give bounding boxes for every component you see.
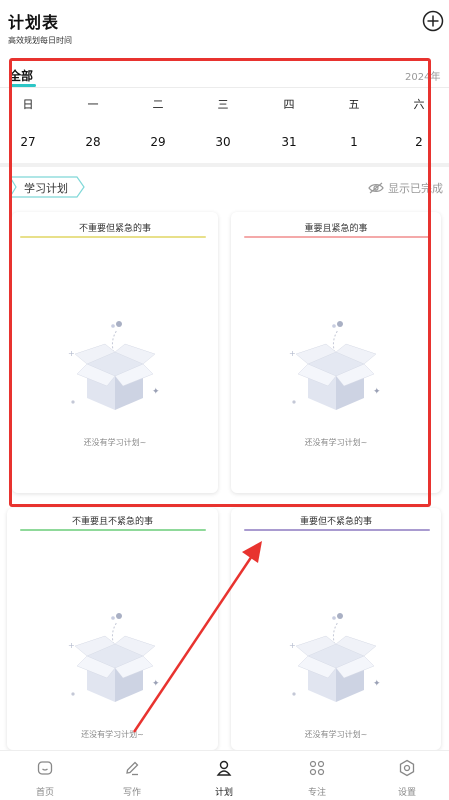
year-label: 2024年 [405,72,441,83]
quadrant-card[interactable]: 不重要且不紧急的事 + ✦ 还没有学习计划~ [7,508,218,750]
empty-box-icon: + ✦ [289,613,381,702]
nav-home[interactable]: 首页 [0,751,90,800]
calendar-date[interactable]: 1 [334,135,374,149]
empty-state-text: 还没有学习计划~ [304,730,368,739]
show-completed-toggle[interactable]: 显示已完成 [368,180,443,196]
plus-circle-icon[interactable] [422,10,444,32]
divider [0,163,449,167]
calendar-date[interactable]: 31 [269,135,309,149]
weekday-row: 日 一 二 三 四 五 六 [0,96,449,112]
quadrant-color-line [244,236,430,238]
weekday-label: 日 [22,98,34,111]
eye-off-icon [368,182,384,194]
quadrant-title: 不重要且不紧急的事 [71,517,153,527]
calendar-date[interactable]: 29 [138,135,178,149]
weekday-label: 四 [283,98,295,111]
bottom-nav: 首页 写作 计划 专注 设置 [0,750,449,800]
svg-text:✦: ✦ [152,679,160,689]
svg-text:+: + [289,349,296,358]
weekday-label: 二 [152,98,164,111]
quadrant-title: 重要但不紧急的事 [299,517,372,527]
nav-focus[interactable]: 专注 [272,751,362,800]
weekday-label: 六 [413,98,425,111]
page-title: 计划表 [8,13,60,32]
empty-state-text: 还没有学习计划~ [81,730,144,739]
svg-text:+: + [68,641,75,650]
calendar-date[interactable]: 2 [399,135,439,149]
show-completed-label: 显示已完成 [388,182,443,195]
calendar-date[interactable]: 27 [8,135,48,149]
empty-state-text: 还没有学习计划~ [304,438,368,447]
home-icon [37,761,53,775]
weekday-label: 一 [87,98,99,111]
empty-state-text: 还没有学习计划~ [83,438,147,447]
quadrant-color-line [244,529,430,531]
nav-label: 写作 [122,788,141,798]
quadrant-card[interactable]: 重要但不紧急的事 + ✦ 还没有学习计划~ [231,508,441,750]
svg-text:+: + [289,641,296,650]
quadrant-color-line [20,529,206,531]
settings-icon [399,759,415,777]
nav-plan[interactable]: 计划 [179,751,269,800]
empty-box-icon: + ✦ [68,321,160,410]
category-tag-label: 学习计划 [24,182,68,195]
weekday-label: 三 [217,98,229,111]
plan-icon [216,760,232,776]
quadrant-title: 重要且紧急的事 [304,224,368,234]
nav-label: 专注 [307,788,326,798]
pen-icon [126,761,139,776]
nav-settings[interactable]: 设置 [362,751,449,800]
quadrant-card[interactable]: 不重要但紧急的事 + ✦ 还没有学习计划~ [12,212,218,493]
date-row: 27 28 29 30 31 1 2 [0,135,449,151]
calendar-date[interactable]: 28 [73,135,113,149]
quadrant-card[interactable]: 重要且紧急的事 + ✦ 还没有学习计划~ [231,212,441,493]
nav-writing[interactable]: 写作 [87,751,177,800]
grid-icon [309,760,325,776]
quadrant-title: 不重要但紧急的事 [78,224,151,234]
nav-label: 计划 [214,788,233,798]
svg-text:✦: ✦ [152,387,160,397]
divider [0,87,449,88]
svg-text:+: + [68,349,75,358]
filter-tab-all[interactable]: 全部 [9,67,33,84]
calendar-date[interactable]: 30 [203,135,243,149]
nav-label: 首页 [35,788,54,798]
svg-text:✦: ✦ [373,387,381,397]
empty-box-icon: + ✦ [289,321,381,410]
svg-text:✦: ✦ [373,679,381,689]
empty-box-icon: + ✦ [68,613,160,702]
weekday-label: 五 [348,98,360,111]
nav-label: 设置 [397,788,416,798]
quadrant-color-line [20,236,206,238]
page-subtitle: 高效规划每日时间 [8,36,72,45]
